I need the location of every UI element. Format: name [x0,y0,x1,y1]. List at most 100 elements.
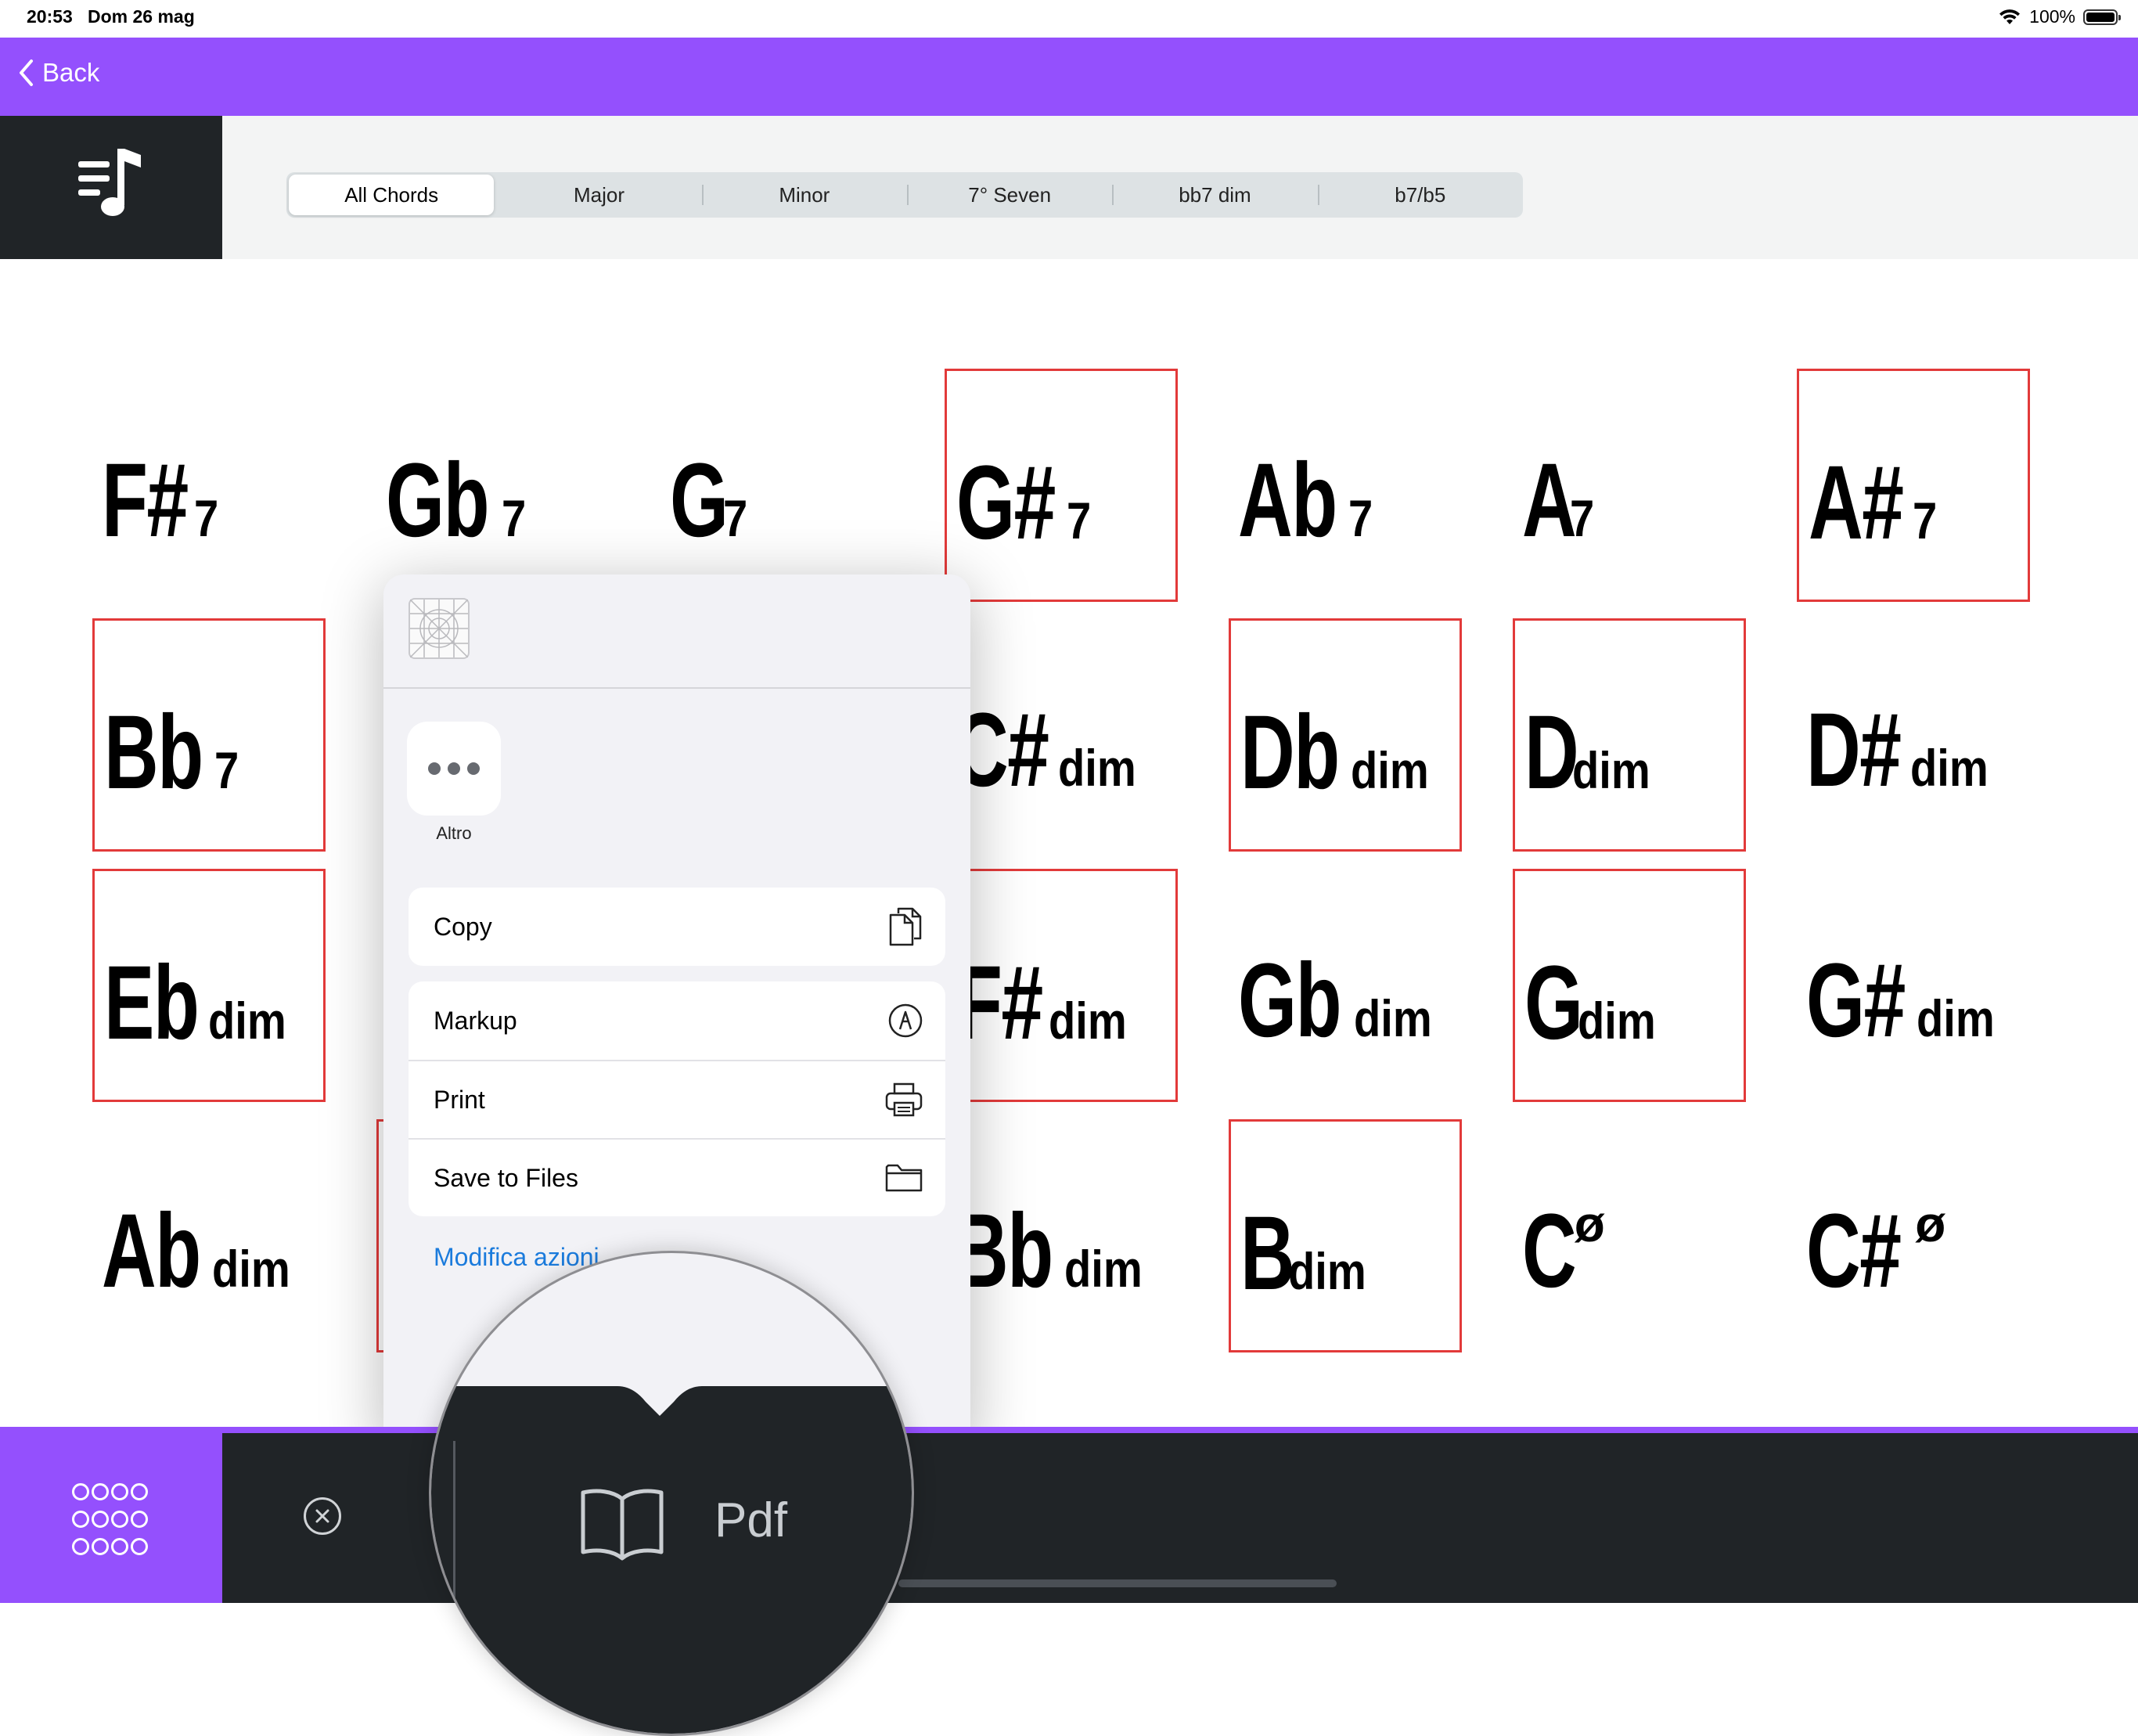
chord-root: G [1524,945,1583,1061]
chord-cell[interactable]: A# 7 [1797,369,2030,602]
chord-root: C [1522,1193,1577,1309]
tab-b7-b5[interactable]: b7/b5 [1317,172,1523,218]
chord-suffix: 7 [1066,492,1091,549]
save-to-files-action[interactable]: Save to Files [409,1138,945,1216]
chord-root: Ab [1238,442,1337,559]
chord-cell[interactable]: Cø [1513,1119,1746,1352]
chord-suffix: 7 [1569,489,1594,547]
chord-suffix: dim [1049,992,1128,1050]
back-button[interactable]: Back [17,58,99,88]
chord-cell[interactable]: Gb dim [1229,869,1462,1102]
chord-suffix: dim [1910,739,1989,797]
tab-minor[interactable]: Minor [701,172,907,218]
chord-cell[interactable]: F# dim [945,869,1178,1102]
apps-grid-button[interactable] [0,1427,222,1603]
folder-icon [885,1164,923,1192]
status-right: 100% [1998,6,2121,27]
chord-cell[interactable]: Ddim [1513,618,1746,852]
chord-suffix: dim [1287,1242,1366,1300]
chord-label: C# ø [1806,1199,1945,1304]
markup-action[interactable]: Markup [409,981,945,1060]
chord-cell[interactable]: A7 [1513,369,1746,602]
chord-label: C# dim [954,698,1150,803]
action-group-main: Markup Print Save to Files [409,981,945,1216]
share-sheet-header [383,574,970,689]
pdf-label[interactable]: Pdf [714,1493,787,1548]
chord-cell[interactable]: G# dim [1797,869,2030,1102]
chord-suffix: dim [1058,739,1137,797]
chord-label: A# 7 [1809,451,1942,556]
chord-label: A7 [1522,448,1599,553]
chord-root: Bb [104,694,203,811]
chord-filter-segmented-control: All Chords Major Minor 7° Seven bb7 dim … [286,172,1523,218]
save-to-files-label: Save to Files [434,1163,578,1192]
book-icon [581,1489,664,1561]
chord-cell[interactable]: F# 7 [92,369,326,602]
tab-all-chords[interactable]: All Chords [289,175,495,215]
print-icon [885,1082,923,1117]
chord-suffix: 7 [723,489,748,547]
chord-label: G7 [670,448,752,553]
chord-cell[interactable]: Ab 7 [1229,369,1462,602]
wifi-icon [1999,9,2021,24]
document-grid-icon [409,599,469,658]
chord-root: G# [956,445,1056,561]
battery-percent: 100% [2029,6,2075,27]
chord-root: Gb [386,442,490,559]
chord-cell[interactable]: G# 7 [945,369,1178,602]
action-group-copy: Copy [409,888,945,966]
document-thumbnail [409,598,470,659]
chord-suffix: dim [1571,741,1650,799]
magnified-bottom-bar [431,1386,912,1734]
music-list-icon [78,149,141,216]
copy-icon [889,907,922,946]
edit-actions-link[interactable]: Modifica azioni [434,1243,599,1272]
chord-suffix: dim [1354,989,1432,1047]
chord-cell[interactable]: Bb dim [945,1119,1178,1352]
app-logo-tile[interactable] [0,116,222,259]
chord-label: Bb 7 [104,701,243,805]
chord-label: Eb dim [104,951,301,1056]
chord-label: F# dim [956,951,1141,1056]
chord-suffix: dim [1350,741,1429,799]
tab-bb7-dim[interactable]: bb7 dim [1112,172,1317,218]
chord-root: C# [1806,1193,1902,1309]
more-label: Altro [436,823,472,843]
chord-cell[interactable]: Db dim [1229,618,1462,852]
tab-major[interactable]: Major [496,172,701,218]
chord-root: Db [1240,694,1340,811]
chord-suffix: 7 [502,489,527,547]
chord-root: F# [102,442,189,559]
chord-cell[interactable]: Bb 7 [92,618,326,852]
chord-cell[interactable]: G7 [660,369,894,602]
tab-seven[interactable]: 7° Seven [906,172,1112,218]
more-button[interactable] [407,722,501,816]
chord-cell[interactable]: Ab dim [92,1119,326,1352]
chord-label: Bdim [1240,1201,1380,1306]
print-action[interactable]: Print [409,1060,945,1138]
chord-cell[interactable]: Bdim [1229,1119,1462,1352]
chord-suffix: 7 [1913,492,1938,549]
copy-action[interactable]: Copy [409,888,945,966]
chord-suffix: 7 [194,489,219,547]
chord-label: Gb 7 [386,448,531,553]
chord-cell[interactable]: Gb 7 [376,369,610,602]
chord-label: Ddim [1524,701,1664,805]
chord-cell[interactable]: Eb dim [92,869,326,1102]
chord-root: D# [1806,692,1902,809]
chord-root: Eb [104,945,200,1061]
chord-label: Db dim [1240,701,1442,805]
close-circle-button[interactable] [304,1497,341,1535]
chord-cell[interactable]: D# dim [1797,618,2030,852]
chord-root: Gb [1238,942,1342,1059]
nav-bar: Back [0,38,2138,116]
chord-cell[interactable]: C# dim [945,618,1178,852]
chevron-left-icon [20,59,33,86]
toolbar: All Chords Major Minor 7° Seven bb7 dim … [0,116,2138,259]
chord-suffix: 7 [1348,489,1373,547]
chord-cell[interactable]: Gdim [1513,869,1746,1102]
chord-half-dim-symbol: ø [1574,1196,1605,1252]
chord-cell[interactable]: C# ø [1797,1119,2030,1352]
chord-label: Gb dim [1238,949,1445,1053]
back-label: Back [42,58,100,87]
